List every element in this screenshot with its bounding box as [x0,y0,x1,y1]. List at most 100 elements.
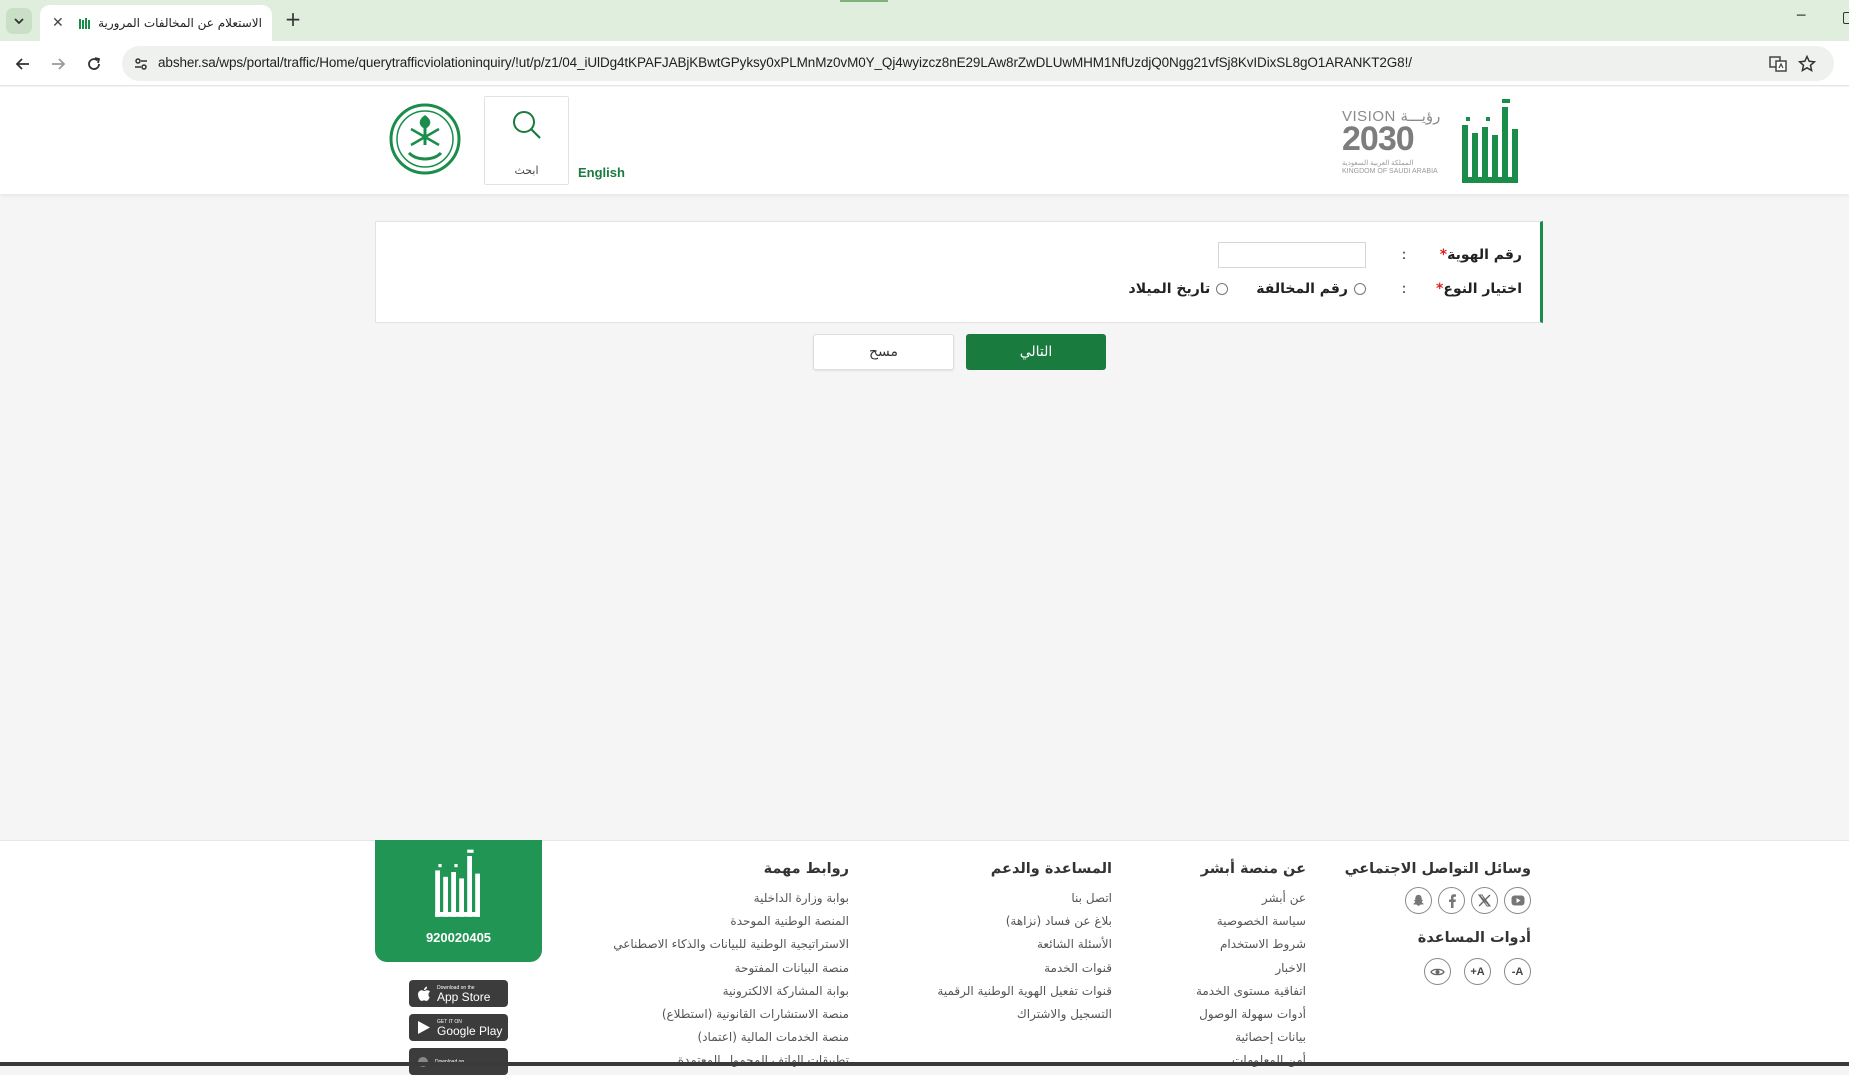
browser-toolbar: absher.sa/wps/portal/traffic/Home/queryt… [0,41,1849,86]
snapchat-icon[interactable] [1405,887,1432,914]
tab-search-button[interactable] [6,8,32,34]
facebook-icon[interactable] [1438,887,1465,914]
increase-font-button[interactable]: +A [1464,958,1491,985]
footer-link[interactable]: منصة البيانات المفتوحة [613,957,849,980]
google-play-badge[interactable]: GET IT ON Google Play [409,1014,508,1041]
hotline-card[interactable]: 920020405 [375,840,542,962]
browser-tab-active[interactable]: الاستعلام عن المخالفات المرورية ✕ [40,5,272,41]
absher-favicon-icon [78,16,92,30]
address-bar[interactable]: absher.sa/wps/portal/traffic/Home/queryt… [122,46,1834,81]
footer-link[interactable]: الأسئلة الشائعة [937,933,1112,956]
footer-link[interactable]: بيانات إحصائية [1196,1026,1306,1049]
minimize-window-button[interactable]: ─ [1797,8,1805,24]
youtube-icon[interactable] [1504,887,1531,914]
url-text: absher.sa/wps/portal/traffic/Home/queryt… [158,55,1412,70]
footer-link[interactable]: اتفاقية مستوى الخدمة [1196,980,1306,1003]
footer-link[interactable]: اتصل بنا [937,887,1112,910]
help-tools: +A -A [1345,958,1531,985]
x-twitter-icon[interactable] [1471,887,1498,914]
footer-link[interactable]: المنصة الوطنية الموحدة [613,910,849,933]
social-title: وسائل التواصل الاجتماعي [1344,861,1531,877]
footer-link[interactable]: الاخبار [1196,957,1306,980]
about-title: عن منصة أبشر [1200,861,1306,877]
footer-links-column: روابط مهمة بوابة وزارة الداخلية المنصة ا… [613,861,849,1073]
footer-link[interactable]: شروط الاستخدام [1196,933,1306,956]
new-tab-button[interactable]: + [282,9,304,31]
close-tab-icon[interactable]: ✕ [52,15,64,31]
id-number-input[interactable] [1218,242,1366,268]
footer-link[interactable]: منصة الخدمات المالية (اعتماد) [613,1026,849,1049]
type-colon: : [1401,281,1407,297]
id-colon: : [1401,247,1407,263]
footer-link[interactable]: عن أبشر [1196,887,1306,910]
arrow-left-icon [15,58,29,70]
apple-icon [418,986,430,1001]
support-title: المساعدة والدعم [990,861,1112,877]
reload-icon [88,57,101,70]
back-button[interactable] [11,52,35,76]
links-title: روابط مهمة [763,861,849,877]
search-icon [511,109,543,141]
footer-link[interactable]: الاستراتيجية الوطنية للبيانات والذكاء ال… [613,933,849,956]
site-header: VISION رؤيـــة 2030 المملكة العربية السع… [0,87,1849,194]
footer-link[interactable]: منصة الاستشارات القانونية (استطلاع) [613,1003,849,1026]
footer-link[interactable]: بلاغ عن فساد (نزاهة) [937,910,1112,933]
forward-button[interactable] [46,52,70,76]
arrow-right-icon [52,58,66,70]
tab-strip-accent [840,0,888,2]
vision-subtitle-en: KINGDOM OF SAUDI ARABIA [1342,168,1438,175]
show-contrast-icon[interactable] [1424,958,1451,985]
bottom-edge-bar [0,1062,1849,1066]
social-links [1345,887,1531,914]
id-number-label: رقم الهوية* [1439,247,1522,263]
help-tools-title: أدوات المساعدة [1417,930,1531,946]
chevron-down-icon [14,18,24,25]
vision-subtitle-ar: المملكة العربية السعودية [1342,160,1414,167]
type-radio-group: رقم المخالفة تاريخ الميلاد [1129,281,1366,297]
footer-link[interactable]: قنوات الخدمة [937,957,1112,980]
violation-number-radio[interactable] [1354,283,1366,295]
vision-year: 2030 [1342,120,1415,158]
app-store-badge[interactable]: Download on the App Store [409,980,508,1007]
reload-button[interactable] [82,52,106,76]
footer-about-column: عن منصة أبشر عن أبشر سياسة الخصوصية شروط… [1196,861,1306,1073]
clear-button[interactable]: مسح [813,334,954,370]
support-links: اتصل بنا بلاغ عن فساد (نزاهة) الأسئلة ال… [937,887,1112,1026]
bookmark-star-icon[interactable] [1797,54,1817,74]
decrease-font-button[interactable]: -A [1504,958,1531,985]
footer-link[interactable]: تطبيقات الهاتف المحمول المعتمدة [613,1049,849,1072]
footer-link[interactable]: سياسة الخصوصية [1196,910,1306,933]
absher-white-logo [432,848,484,920]
app-store-text: Download on the App Store [437,984,491,1004]
translate-icon[interactable] [1768,54,1788,74]
search-button[interactable]: ابحث [484,96,569,185]
maximize-window-button[interactable] [1843,12,1849,24]
birth-date-label[interactable]: تاريخ الميلاد [1129,281,1211,297]
footer-link[interactable]: بوابة المشاركة الالكترونية [613,980,849,1003]
google-play-icon [418,1021,430,1034]
footer-social-column: وسائل التواصل الاجتماعي أدوات المساعدة +… [1345,861,1531,985]
hotline-number: 920020405 [425,930,492,945]
next-button[interactable]: التالي [966,334,1106,370]
footer-link[interactable]: قنوات تفعيل الهوية الوطنية الرقمية [937,980,1112,1003]
tab-title: الاستعلام عن المخالفات المرورية [98,16,262,30]
important-links: بوابة وزارة الداخلية المنصة الوطنية المو… [613,887,849,1073]
language-switch-link[interactable]: English [578,165,625,180]
birth-date-radio[interactable] [1216,283,1229,295]
type-select-label: اختيار النوع* [1436,281,1522,297]
footer-link[interactable]: بوابة وزارة الداخلية [613,887,849,910]
ministry-emblem-logo [389,103,461,175]
site-info-icon[interactable] [130,53,152,75]
browser-tab-bar: الاستعلام عن المخالفات المرورية ✕ + ─ [0,0,1849,41]
site-footer: وسائل التواصل الاجتماعي أدوات المساعدة +… [0,840,1849,1075]
violation-number-label[interactable]: رقم المخالفة [1256,281,1348,297]
google-play-text: GET IT ON Google Play [437,1018,503,1038]
violation-inquiry-form: رقم الهوية* : اختيار النوع* : رقم المخال… [375,221,1543,323]
type-select-row: اختيار النوع* : رقم المخالفة تاريخ الميل… [1129,276,1522,302]
footer-link[interactable]: التسجيل والاشتراك [937,1003,1112,1026]
absher-logo[interactable] [1458,97,1523,187]
footer-link[interactable]: أدوات سهولة الوصول [1196,1003,1306,1026]
footer-support-column: المساعدة والدعم اتصل بنا بلاغ عن فساد (ن… [937,861,1112,1026]
footer-link[interactable]: أمن المعلومات [1196,1049,1306,1072]
id-number-row: رقم الهوية* : [1218,242,1522,268]
